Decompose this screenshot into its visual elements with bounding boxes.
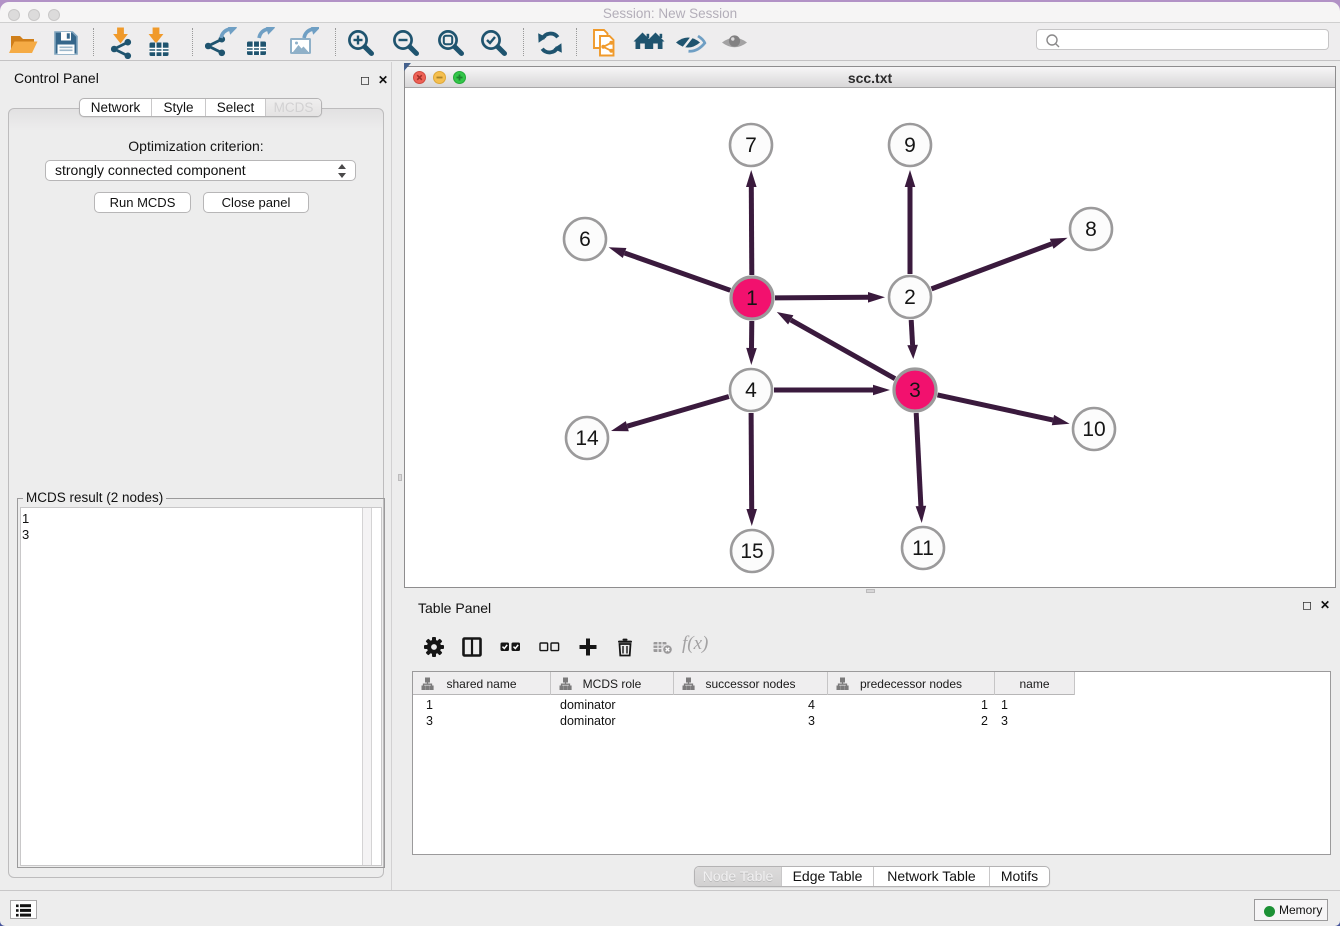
svg-text:7: 7 <box>745 134 757 157</box>
svg-text:10: 10 <box>1082 418 1105 441</box>
svg-text:8: 8 <box>1085 218 1097 241</box>
svg-text:9: 9 <box>904 134 916 157</box>
svg-text:15: 15 <box>740 540 763 563</box>
svg-text:3: 3 <box>909 379 921 402</box>
svg-text:6: 6 <box>579 228 591 251</box>
svg-text:4: 4 <box>745 379 757 402</box>
svg-text:2: 2 <box>904 286 916 309</box>
svg-text:11: 11 <box>912 537 934 560</box>
svg-text:14: 14 <box>575 427 599 450</box>
svg-text:1: 1 <box>746 287 758 310</box>
